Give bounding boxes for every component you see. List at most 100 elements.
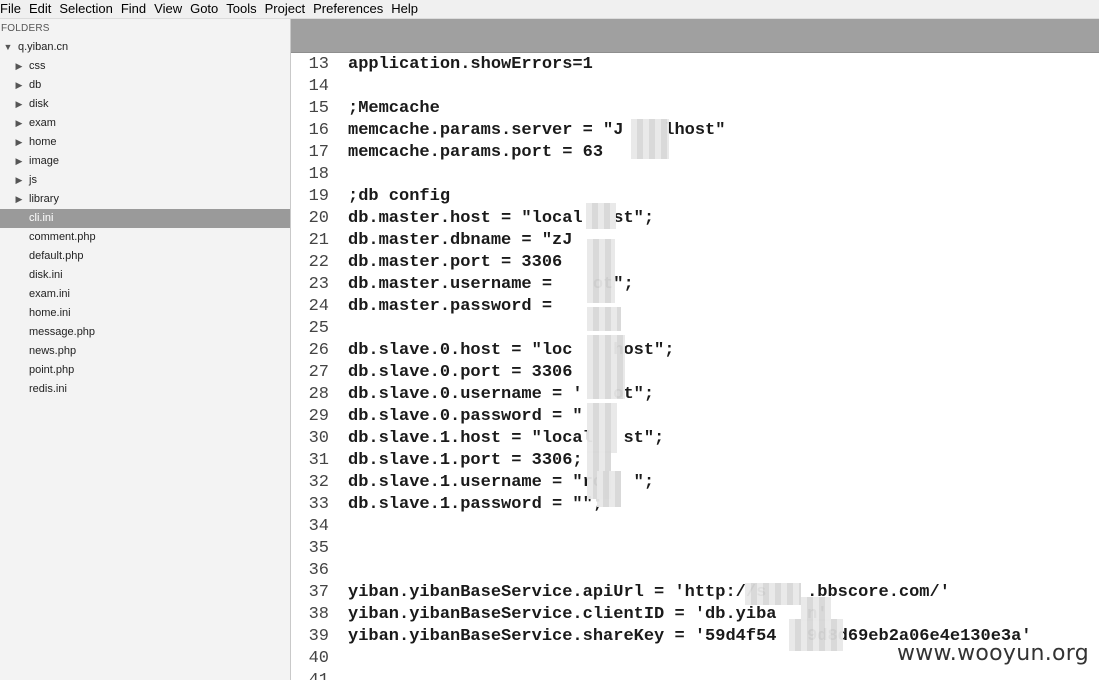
code-line: 29 db.slave.0.password = ": [291, 406, 1099, 428]
disclosure-open-icon[interactable]: ▼: [3, 38, 13, 57]
code-line: 35: [291, 538, 1099, 560]
code-line: 32 db.slave.1.username = "ro ";: [291, 472, 1099, 494]
line-text: db.master.password =: [348, 297, 553, 316]
menu-project[interactable]: Project: [265, 0, 311, 18]
tree-item-label: cli.ini: [29, 212, 54, 224]
file-item[interactable]: cli.ini: [0, 209, 290, 228]
code-editor[interactable]: 13 application.showErrors=1 14 15 ;Memcache 1…: [291, 53, 1099, 680]
disclosure-closed-icon[interactable]: ▶: [14, 57, 24, 76]
disclosure-closed-icon[interactable]: ▶: [14, 152, 24, 171]
line-number: 17: [308, 143, 329, 162]
menu-find[interactable]: Find: [121, 0, 152, 18]
folder-item[interactable]: ▶ db: [0, 76, 290, 95]
tree-item-label: default.php: [29, 250, 84, 262]
line-number: 36: [308, 561, 329, 580]
folder-item[interactable]: ▶ css: [0, 57, 290, 76]
code-line: 19 ;db config: [291, 186, 1099, 208]
line-number: 39: [308, 627, 329, 646]
file-item[interactable]: message.php: [0, 323, 290, 342]
folder-item[interactable]: ▶ exam: [0, 114, 290, 133]
line-number: 20: [308, 209, 329, 228]
code-line: 16 memcache.params.server = "J lhost": [291, 120, 1099, 142]
line-text: yiban.yibanBaseService.clientID = 'db.yi…: [348, 605, 828, 624]
redaction-mosaic: [789, 619, 843, 651]
menu-edit[interactable]: Edit: [29, 0, 57, 18]
folder-item[interactable]: ▼ q.yiban.cn: [0, 38, 290, 57]
disclosure-closed-icon[interactable]: ▶: [14, 190, 24, 209]
redaction-mosaic: [587, 239, 615, 303]
line-text: db.slave.1.port = 3306;: [348, 451, 583, 470]
disclosure-closed-icon[interactable]: ▶: [14, 133, 24, 152]
code-line: 41: [291, 670, 1099, 680]
tree-item-label: q.yiban.cn: [18, 41, 69, 53]
code-line: 18: [291, 164, 1099, 186]
file-item[interactable]: redis.ini: [0, 380, 290, 399]
file-item[interactable]: home.ini: [0, 304, 290, 323]
menu-file[interactable]: File: [0, 0, 27, 18]
disclosure-closed-icon[interactable]: ▶: [14, 95, 24, 114]
line-text: ;db config: [348, 187, 451, 206]
line-text: yiban.yibanBaseService.apiUrl = 'http://…: [348, 583, 950, 602]
tree-item-label: redis.ini: [29, 383, 67, 395]
folder-item[interactable]: ▶ disk: [0, 95, 290, 114]
file-item[interactable]: comment.php: [0, 228, 290, 247]
file-item[interactable]: point.php: [0, 361, 290, 380]
tree-item-label: disk.ini: [29, 269, 63, 281]
code-line: 38 yiban.yibanBaseService.clientID = 'db.…: [291, 604, 1099, 626]
folder-item[interactable]: ▶ home: [0, 133, 290, 152]
folder-item[interactable]: ▶ js: [0, 171, 290, 190]
line-text: memcache.params.port = 63: [348, 143, 604, 162]
line-number: 15: [308, 99, 329, 118]
code-line: 14: [291, 76, 1099, 98]
menu-goto[interactable]: Goto: [190, 0, 224, 18]
line-number: 38: [308, 605, 329, 624]
code-line: 26 db.slave.0.host = "loc host";: [291, 340, 1099, 362]
code-line: 27 db.slave.0.port = 3306: [291, 362, 1099, 384]
menu-help[interactable]: Help: [391, 0, 424, 18]
code-line: 17 memcache.params.port = 63: [291, 142, 1099, 164]
redaction-mosaic: [587, 403, 617, 453]
tree-item-label: home.ini: [29, 307, 71, 319]
line-number: 13: [308, 55, 329, 74]
tree-item-label: library: [29, 193, 59, 205]
folder-item[interactable]: ▶ image: [0, 152, 290, 171]
line-number: 16: [308, 121, 329, 140]
code-line: 31 db.slave.1.port = 3306;: [291, 450, 1099, 472]
disclosure-closed-icon[interactable]: ▶: [14, 171, 24, 190]
line-number: 37: [308, 583, 329, 602]
code-line: 37 yiban.yibanBaseService.apiUrl = 'http:…: [291, 582, 1099, 604]
line-number: 29: [308, 407, 329, 426]
folders-header: FOLDERS: [1, 23, 50, 34]
line-number: 30: [308, 429, 329, 448]
redaction-mosaic: [631, 119, 669, 159]
file-item[interactable]: default.php: [0, 247, 290, 266]
code-line: 36: [291, 560, 1099, 582]
code-line: 28 db.slave.0.username = ' ot";: [291, 384, 1099, 406]
line-number: 23: [308, 275, 329, 294]
menu-bar: File Edit Selection Find View Goto Tools Projec…: [0, 0, 1099, 19]
menu-selection[interactable]: Selection: [59, 0, 118, 18]
line-number: 28: [308, 385, 329, 404]
line-number: 33: [308, 495, 329, 514]
line-text: db.master.dbname = "zJ: [348, 231, 573, 250]
folder-item[interactable]: ▶ library: [0, 190, 290, 209]
tree-item-label: image: [29, 155, 59, 167]
code-line: 20 db.master.host = "local st";: [291, 208, 1099, 230]
line-text: db.slave.1.password = "";: [348, 495, 604, 514]
file-item[interactable]: exam.ini: [0, 285, 290, 304]
folder-tree: ▼ q.yiban.cn ▶ css ▶ db ▶ disk ▶ exam ▶ home ▶ image ▶…: [0, 38, 290, 399]
redaction-mosaic: [587, 307, 621, 331]
file-item[interactable]: disk.ini: [0, 266, 290, 285]
tree-item-label: comment.php: [29, 231, 96, 243]
line-text: application.showErrors=1: [348, 55, 593, 74]
menu-view[interactable]: View: [154, 0, 188, 18]
line-number: 25: [308, 319, 329, 338]
file-item[interactable]: news.php: [0, 342, 290, 361]
disclosure-closed-icon[interactable]: ▶: [14, 114, 24, 133]
line-number: 27: [308, 363, 329, 382]
code-line: 24 db.master.password =: [291, 296, 1099, 318]
disclosure-closed-icon[interactable]: ▶: [14, 76, 24, 95]
menu-tools[interactable]: Tools: [226, 0, 262, 18]
tree-item-label: point.php: [29, 364, 75, 376]
menu-preferences[interactable]: Preferences: [313, 0, 389, 18]
